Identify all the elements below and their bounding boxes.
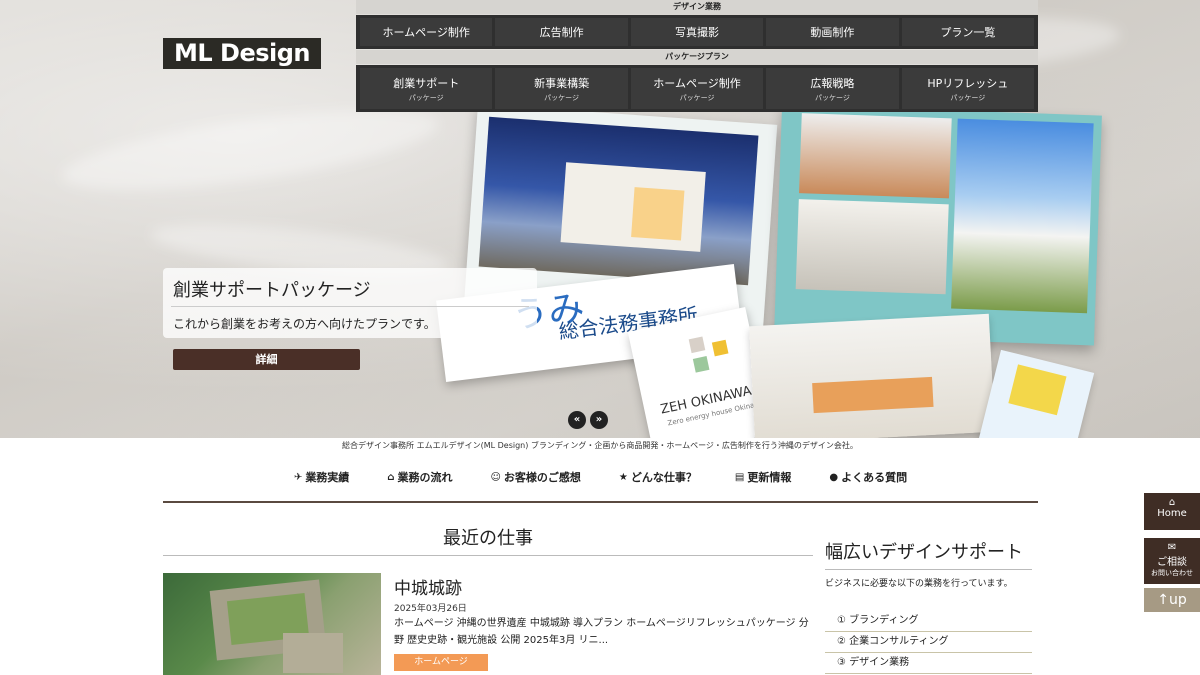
subnav-works[interactable]: ✈ 業務実績 bbox=[294, 467, 349, 487]
subnav-label: お客様のご感想 bbox=[503, 471, 581, 484]
float-contact-button[interactable]: ✉ ご相談 お問い合わせ bbox=[1144, 538, 1200, 584]
next-arrow-icon[interactable]: » bbox=[590, 411, 608, 429]
subnav-flow[interactable]: ⌂ 業務の流れ bbox=[387, 467, 452, 487]
service-item-branding[interactable]: ① ブランディング bbox=[825, 611, 1032, 632]
flyer-graphic bbox=[1008, 364, 1067, 416]
subnav-label: どんな仕事？ bbox=[630, 471, 697, 484]
flyer-image bbox=[977, 349, 1095, 438]
package-menu: 創業サポートパッケージ 新事業構築パッケージ ホームページ制作パッケージ 広報戦… bbox=[356, 65, 1038, 112]
menu-item-label: 写真撮影 bbox=[675, 26, 720, 39]
subnav-jobs[interactable]: ★ どんな仕事？ bbox=[619, 467, 697, 487]
sidebar-text: ビジネスに必要な以下の業務を行っています。 bbox=[825, 579, 1013, 589]
slider-arrows: « » bbox=[568, 411, 608, 429]
menu-item-sub: パッケージ bbox=[408, 93, 444, 102]
slide-title: 創業サポートパッケージ bbox=[173, 280, 371, 301]
menu-item-label: 広告制作 bbox=[539, 26, 584, 39]
service-item-consulting[interactable]: ② 企業コンサルティング bbox=[825, 632, 1032, 653]
menu-item-label: 新事業構築 bbox=[534, 76, 590, 90]
book-page-right bbox=[774, 104, 1102, 346]
house-photo bbox=[478, 116, 759, 286]
float-home-label: Home bbox=[1157, 508, 1187, 519]
user-icon: ☺ bbox=[490, 471, 501, 483]
subnav-reviews[interactable]: ☺ お客様のご感想 bbox=[490, 467, 580, 487]
float-contact-label: ご相談 bbox=[1157, 557, 1187, 568]
work-title[interactable]: 中城城跡 bbox=[394, 574, 462, 599]
float-contact-sub: お問い合わせ bbox=[1151, 569, 1193, 577]
hero-slider: うみ 総合法務事務所 ZEH OKINAWA Zero energy house… bbox=[0, 0, 1200, 438]
menu-item-label: 創業サポート bbox=[393, 76, 460, 90]
subnav-news[interactable]: ▤ 更新情報 bbox=[735, 467, 791, 487]
menu-item-homepage[interactable]: ホームページ制作 bbox=[360, 18, 493, 46]
divider bbox=[825, 569, 1032, 570]
house-window bbox=[631, 187, 685, 241]
design-menu-label: デザイン業務 bbox=[356, 0, 1038, 14]
zeh-square bbox=[688, 336, 706, 354]
menu-item-plans[interactable]: プラン一覧 bbox=[901, 18, 1035, 46]
scroll-top-button[interactable]: ↑up bbox=[1144, 588, 1200, 612]
subnav-label: 更新情報 bbox=[747, 471, 792, 484]
menu-item-newbiz-package[interactable]: 新事業構築パッケージ bbox=[495, 68, 628, 109]
menu-item-hp-refresh-package[interactable]: HPリフレッシュパッケージ bbox=[901, 68, 1035, 109]
pin-icon: ✈ bbox=[293, 471, 303, 483]
float-home-button[interactable]: ⌂ Home bbox=[1144, 493, 1200, 530]
interior-photo bbox=[795, 199, 949, 295]
exterior-photo bbox=[951, 118, 1094, 314]
menu-item-photo[interactable]: 写真撮影 bbox=[630, 18, 764, 46]
divider bbox=[171, 306, 529, 307]
work-date: 2025年03月26日 bbox=[394, 604, 467, 614]
subnav-label: 業務の流れ bbox=[397, 471, 453, 484]
mail-icon: ✉ bbox=[1167, 542, 1177, 553]
work-tag[interactable]: ホームページ bbox=[394, 654, 488, 671]
menu-item-sub: パッケージ bbox=[544, 93, 580, 102]
slide-caption: 創業サポートパッケージ これから創業をお考えの方へ向けたプランです。 bbox=[163, 268, 537, 338]
menu-item-label: HPリフレッシュ bbox=[927, 76, 1009, 90]
work-thumbnail[interactable] bbox=[163, 573, 381, 675]
detail-button[interactable]: 詳細 bbox=[173, 349, 360, 370]
recent-works-title: 最近の仕事 bbox=[443, 528, 533, 549]
menu-item-label: ホームページ制作 bbox=[382, 26, 470, 39]
menu-item-video[interactable]: 動画制作 bbox=[766, 18, 899, 46]
kitchen-photo bbox=[749, 313, 995, 438]
kitchen-counter bbox=[812, 376, 934, 414]
zeh-square bbox=[692, 356, 710, 373]
chat-icon: ● bbox=[829, 471, 839, 483]
divider bbox=[163, 501, 1038, 503]
castle-wall bbox=[283, 633, 343, 673]
prev-arrow-icon[interactable]: « bbox=[568, 411, 586, 429]
design-menu: ホームページ制作 広告制作 写真撮影 動画制作 プラン一覧 bbox=[356, 15, 1038, 49]
home-icon: ⌂ bbox=[1168, 497, 1176, 508]
subnav-label: 業務実績 bbox=[305, 471, 350, 484]
sidebar-title: 幅広いデザインサポート bbox=[825, 542, 1023, 563]
sub-navigation: ✈ 業務実績 ⌂ 業務の流れ ☺ お客様のご感想 ★ どんな仕事？ ▤ 更新情報 ● よくあ… bbox=[163, 467, 1038, 487]
home-icon: ⌂ bbox=[387, 471, 395, 483]
menu-item-label: 広報戦略 bbox=[810, 76, 855, 90]
menu-item-label: 動画制作 bbox=[810, 26, 855, 39]
interior-photo bbox=[799, 113, 952, 199]
menu-item-sub: パッケージ bbox=[950, 93, 986, 102]
service-item-design[interactable]: ③ デザイン業務 bbox=[825, 653, 1032, 674]
news-icon: ▤ bbox=[734, 471, 745, 483]
work-description: ホームページ 沖縄の世界遺産 中城城跡 導入プラン ホームページリフレッシュパッ… bbox=[394, 618, 809, 646]
menu-item-label: プラン一覧 bbox=[940, 26, 996, 39]
slide-text: これから創業をお考えの方へ向けたプランです。 bbox=[173, 317, 436, 331]
menu-item-sub: パッケージ bbox=[814, 93, 850, 102]
menu-item-label: ホームページ制作 bbox=[653, 76, 741, 90]
site-intro: 総合デザイン事務所 エムエルデザイン(ML Design) ブランディング・企画… bbox=[342, 441, 858, 450]
subnav-label: よくある質問 bbox=[841, 471, 908, 484]
star-icon: ★ bbox=[618, 471, 628, 483]
menu-item-advertising[interactable]: 広告制作 bbox=[495, 18, 628, 46]
menu-item-sub: パッケージ bbox=[679, 93, 715, 102]
logo[interactable]: ML Design bbox=[163, 38, 321, 69]
zeh-square bbox=[711, 339, 729, 357]
service-list: ① ブランディング ② 企業コンサルティング ③ デザイン業務 bbox=[825, 611, 1032, 674]
menu-item-startup-package[interactable]: 創業サポートパッケージ bbox=[360, 68, 493, 109]
divider bbox=[163, 555, 813, 556]
menu-item-homepage-package[interactable]: ホームページ制作パッケージ bbox=[630, 68, 764, 109]
menu-item-pr-package[interactable]: 広報戦略 パッケージ bbox=[766, 68, 899, 109]
package-menu-label: パッケージプラン bbox=[356, 50, 1038, 64]
subnav-faq[interactable]: ● よくある質問 bbox=[829, 467, 907, 487]
